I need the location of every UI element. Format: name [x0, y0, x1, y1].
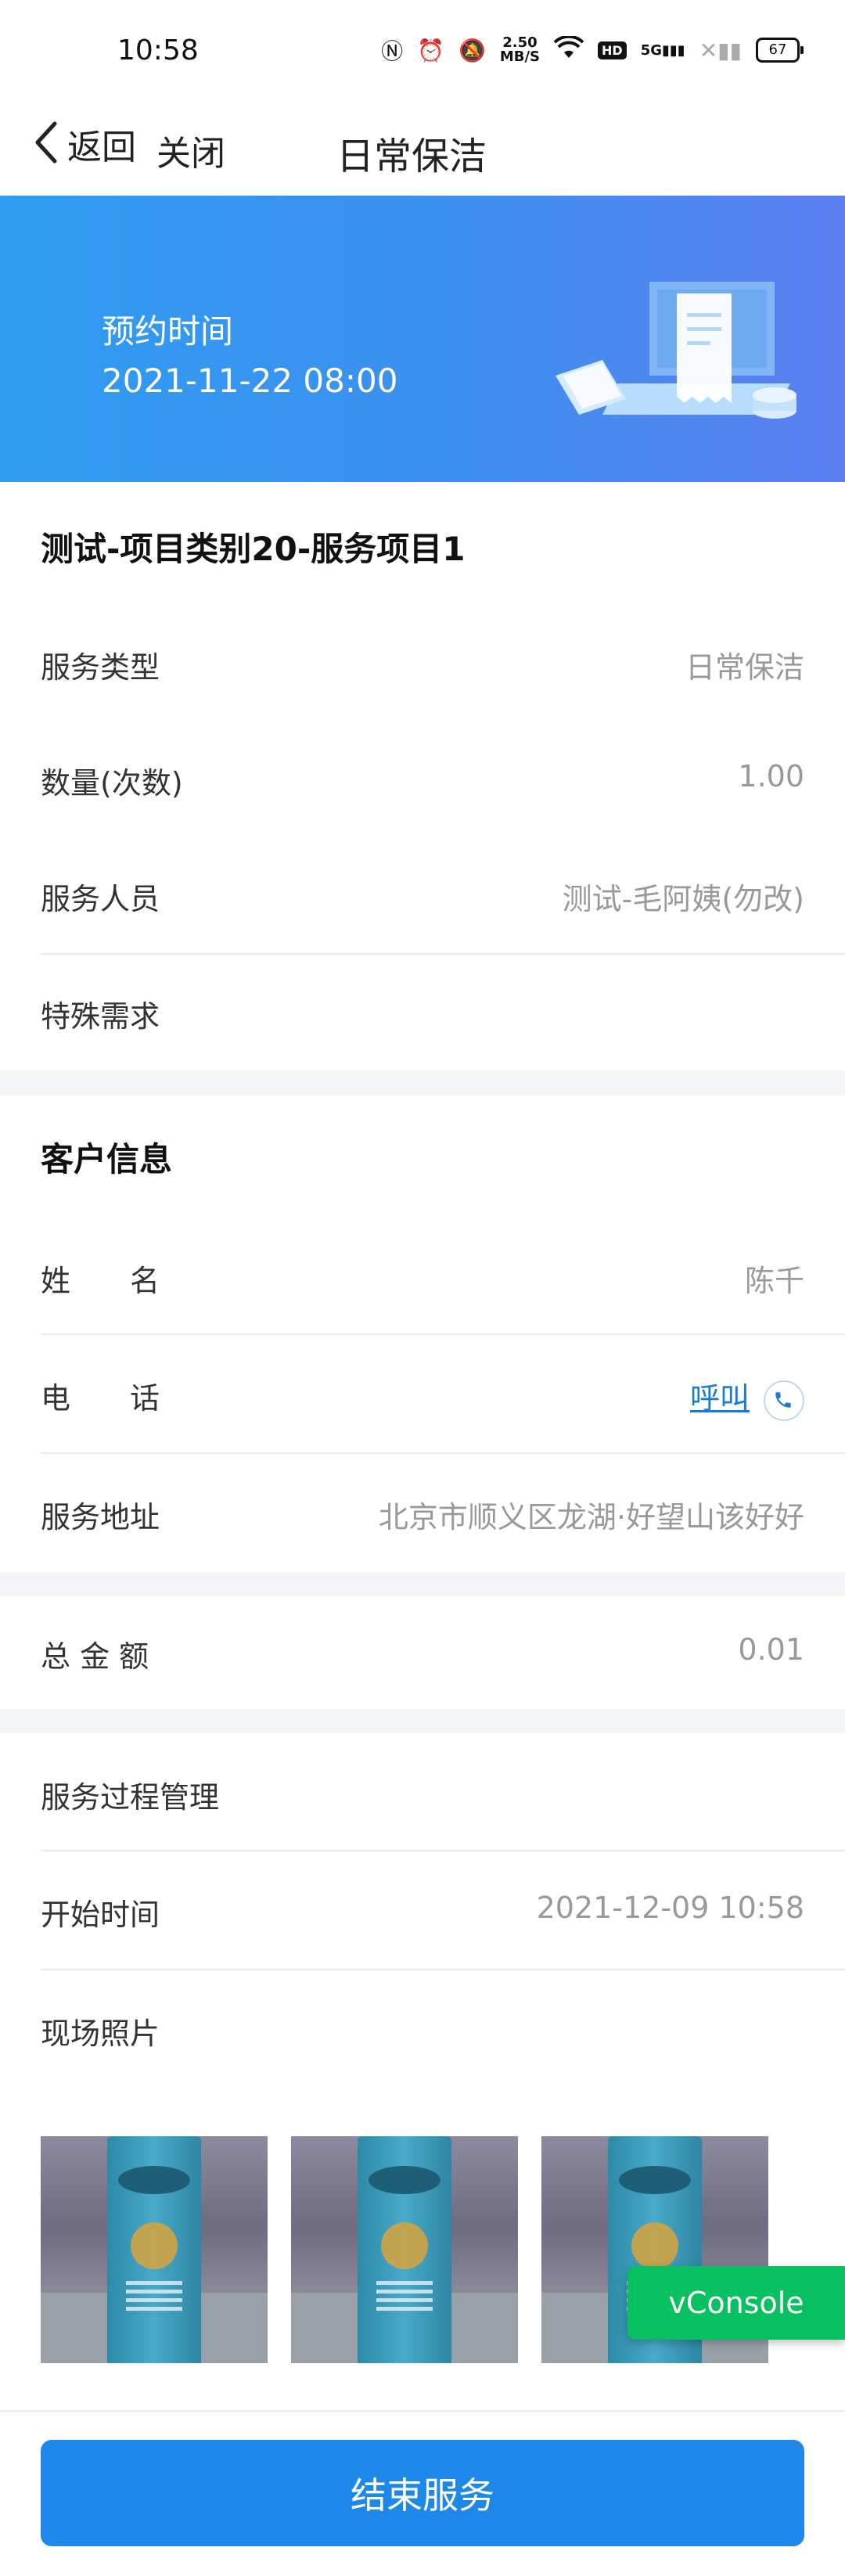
- total-amount-value: 0.01: [738, 1632, 804, 1667]
- nfc-icon: Ⓝ: [381, 38, 404, 64]
- service-item-title: 测试-项目类别20-服务项目1: [41, 530, 466, 568]
- staff-label: 服务人员: [41, 882, 160, 916]
- battery-icon: 67: [756, 38, 804, 63]
- site-photo-1[interactable]: [41, 2136, 268, 2363]
- quantity-value: 1.00: [738, 759, 804, 793]
- vconsole-button[interactable]: vConsole: [627, 2266, 845, 2340]
- staff-value: 测试-毛阿姨(勿改): [562, 882, 804, 916]
- service-address-row: 服务地址 北京市顺义区龙湖·好望山该好好: [41, 1493, 804, 1534]
- status-bar: 10:58 Ⓝ ⏰ 🔕 2.50 MB/S HD 5G▮▮▮ ✕▮▮ 67: [0, 0, 845, 102]
- bottle-image: [107, 2136, 201, 2363]
- process-title-row: 服务过程管理: [41, 1773, 804, 1815]
- page-title: 日常保洁: [336, 135, 487, 178]
- close-button[interactable]: 关闭: [156, 125, 225, 175]
- customer-phone-row: 电 话 呼叫: [41, 1374, 804, 1421]
- bottle-label: [118, 2166, 190, 2194]
- divider: [41, 953, 845, 955]
- service-address-label: 服务地址: [41, 1500, 160, 1534]
- call-action: 呼叫: [690, 1374, 804, 1421]
- signal-no-sim-icon: ✕▮▮: [699, 37, 742, 63]
- signal-5g-icon: 5G▮▮▮: [640, 41, 685, 59]
- site-photo-2[interactable]: [291, 2136, 518, 2363]
- alarm-icon: ⏰: [417, 37, 444, 63]
- status-time: 10:58: [117, 34, 199, 67]
- service-type-value: 日常保洁: [685, 650, 804, 685]
- start-time-label: 开始时间: [41, 1898, 160, 1932]
- service-type-label: 服务类型: [41, 650, 160, 685]
- wifi-icon: [553, 34, 584, 65]
- end-service-button[interactable]: 结束服务: [41, 2440, 804, 2546]
- special-request-label: 特殊需求: [41, 999, 160, 1034]
- hd-icon: HD: [598, 41, 627, 59]
- customer-name-label: 姓 名: [41, 1264, 160, 1298]
- back-button[interactable]: 返回: [31, 119, 136, 169]
- amount-section: 总 金 额 0.01: [0, 1596, 845, 1709]
- footer-bar: 结束服务: [0, 2410, 845, 2576]
- customer-phone-label: 电 话: [41, 1381, 160, 1416]
- bottle-art: [131, 2222, 178, 2269]
- mute-bell-icon: 🔕: [458, 37, 486, 63]
- service-section: 测试-项目类别20-服务项目1 服务类型 日常保洁 数量(次数) 1.00 服务…: [0, 482, 845, 1070]
- site-photos-row: 现场照片: [41, 2009, 804, 2051]
- start-time-row: 开始时间 2021-12-09 10:58: [41, 1891, 804, 1932]
- total-amount-row: 总 金 额 0.01: [41, 1632, 804, 1674]
- back-label: 返回: [67, 128, 136, 167]
- bottle-label: [619, 2166, 691, 2194]
- divider: [41, 1850, 845, 1851]
- network-speed-unit: MB/S: [499, 49, 541, 65]
- staff-row: 服务人员 测试-毛阿姨(勿改): [41, 875, 804, 916]
- service-type-row: 服务类型 日常保洁: [41, 643, 804, 685]
- customer-name-row: 姓 名 陈千: [41, 1257, 804, 1298]
- customer-name-value: 陈千: [744, 1264, 804, 1298]
- bottle-text: [126, 2281, 182, 2312]
- status-icons: Ⓝ ⏰ 🔕 2.50 MB/S HD 5G▮▮▮ ✕▮▮ 67: [381, 34, 804, 66]
- phone-icon[interactable]: [764, 1380, 804, 1421]
- bottle-art: [381, 2222, 428, 2269]
- appointment-time-value: 2021-11-22 08:00: [102, 362, 398, 400]
- process-title: 服务过程管理: [41, 1780, 220, 1815]
- appointment-banner: 预约时间 2021-11-22 08:00: [0, 196, 845, 482]
- network-type: 5G: [640, 41, 662, 59]
- bottle-image: [358, 2136, 451, 2363]
- bottle-art: [631, 2222, 678, 2269]
- service-address-value: 北京市顺义区龙湖·好望山该好好: [378, 1500, 804, 1534]
- start-time-value: 2021-12-09 10:58: [536, 1891, 804, 1925]
- special-request-row: 特殊需求: [41, 992, 804, 1034]
- divider: [41, 1333, 845, 1335]
- divider: [41, 1452, 845, 1454]
- customer-section-title: 客户信息: [41, 1140, 173, 1178]
- chevron-left-icon: [31, 119, 63, 169]
- nav-bar: 返回 关闭 日常保洁: [0, 102, 845, 196]
- total-amount-label: 总 金 额: [41, 1639, 149, 1674]
- laptop-receipt-illustration-icon: [556, 282, 796, 419]
- quantity-row: 数量(次数) 1.00: [41, 759, 804, 801]
- quantity-label: 数量(次数): [41, 766, 183, 801]
- customer-section: 客户信息 姓 名 陈千 电 话 呼叫 服务地址 北京市顺义区龙湖·好望山该好好: [0, 1096, 845, 1573]
- network-speed: 2.50 MB/S: [500, 36, 540, 64]
- appointment-time-label: 预约时间: [102, 312, 234, 351]
- divider: [41, 1969, 845, 1970]
- bottle-label: [369, 2166, 440, 2194]
- site-photos-label: 现场照片: [41, 2017, 160, 2051]
- call-link[interactable]: 呼叫: [690, 1381, 750, 1416]
- bottle-text: [376, 2281, 433, 2312]
